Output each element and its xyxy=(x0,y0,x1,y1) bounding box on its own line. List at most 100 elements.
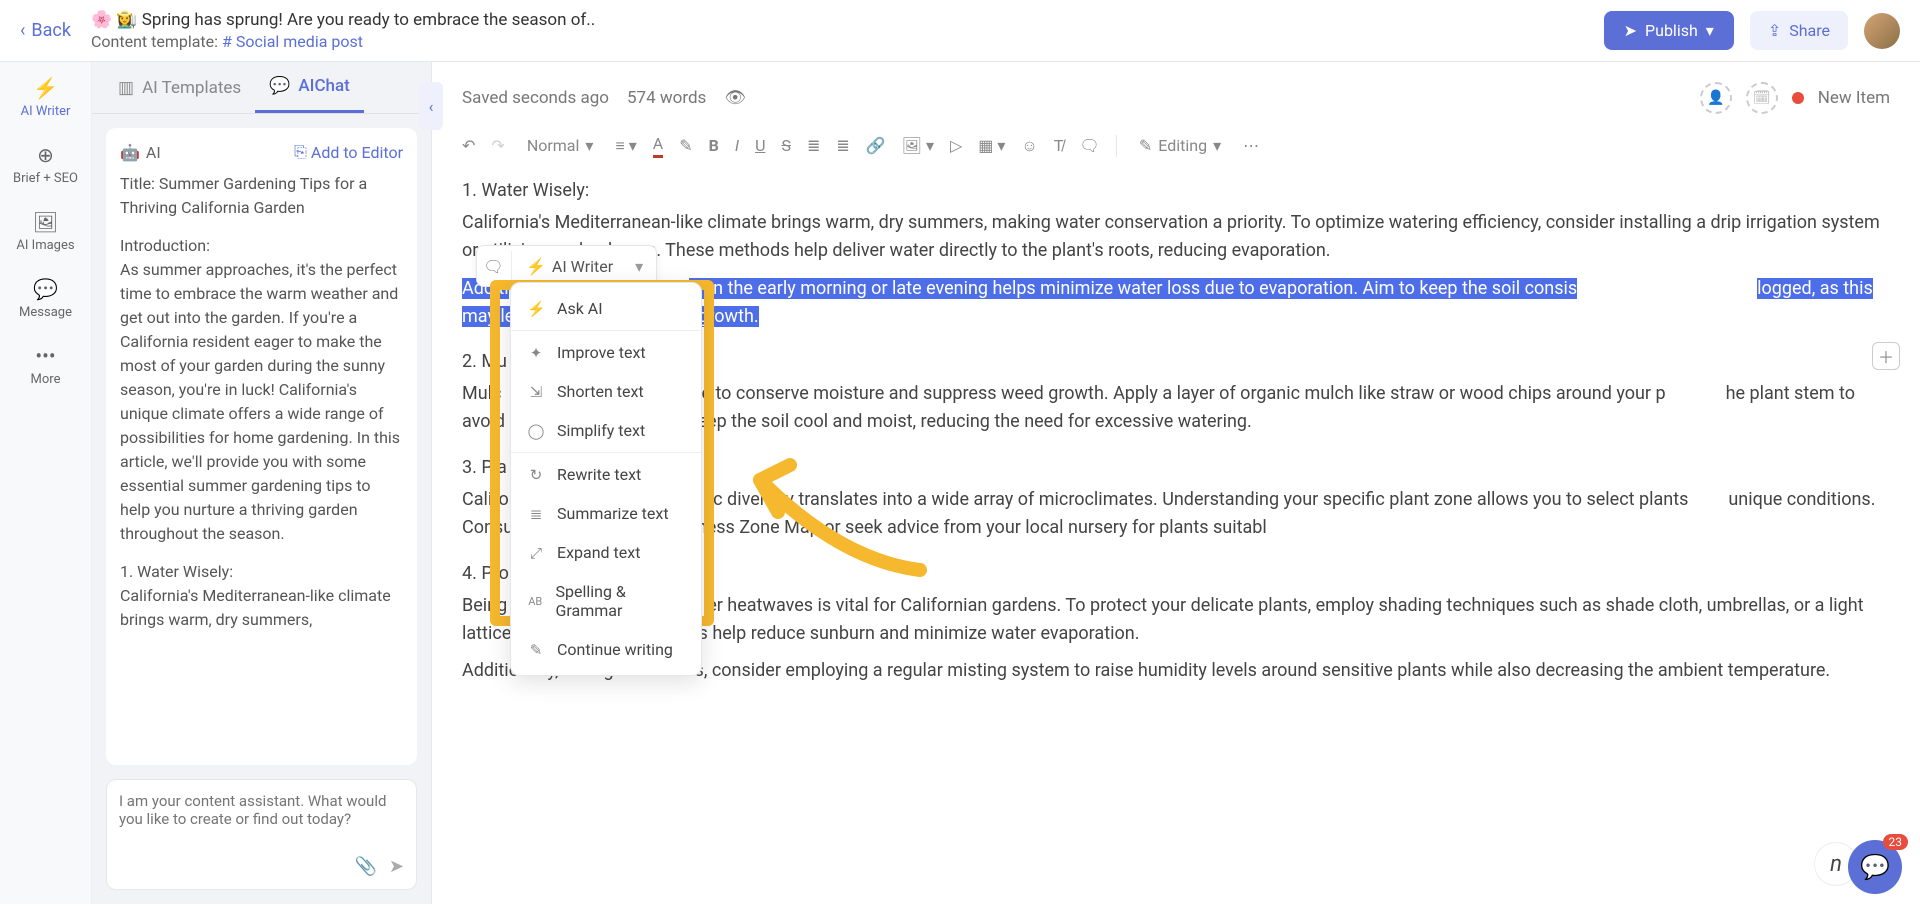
editing-mode-label: Editing xyxy=(1158,136,1207,155)
ai-sec1-label: 1. Water Wisely: xyxy=(120,562,233,581)
dropdown-separator xyxy=(511,452,701,453)
numbered-list-button[interactable]: ≣ xyxy=(836,136,849,155)
pencil-icon: ✎ xyxy=(1139,136,1152,155)
video-button[interactable]: ▷ xyxy=(950,136,962,155)
pill-add-comment-icon[interactable]: 🗨 xyxy=(482,251,512,281)
dropdown-shorten-text[interactable]: ⇲Shorten text xyxy=(511,372,701,411)
ai-response-body: Title: Summer Gardening Tips for a Thriv… xyxy=(120,172,403,632)
editor-status-bar: Saved seconds ago 574 words 👁 👤 🗓 New It… xyxy=(462,82,1890,114)
dropdown-continue-writing[interactable]: ✎Continue writing xyxy=(511,630,701,669)
chevron-left-icon: ‹ xyxy=(20,20,25,41)
rail-more[interactable]: ••• More xyxy=(31,344,61,387)
emoji-button[interactable]: ☺ xyxy=(1021,136,1037,156)
paper-plane-icon: ➤ xyxy=(1624,21,1637,40)
add-to-editor-label: Add to Editor xyxy=(311,143,403,162)
table-button[interactable]: ▦ ▾ xyxy=(978,136,1005,155)
tab-ai-templates-label: AI Templates xyxy=(142,78,241,98)
editor-toolbar: ↶ ↷ Normal ▾ ≡ ▾ A ✎ B I U S ≣ ≣ 🔗 🖼 ▾ ▷… xyxy=(462,132,1890,159)
bold-button[interactable]: B xyxy=(709,136,719,155)
rail-brief-seo-label: Brief + SEO xyxy=(13,171,78,186)
rail-more-label: More xyxy=(31,372,61,387)
share-button[interactable]: ⇪ Share xyxy=(1750,11,1848,50)
bullet-list-button[interactable]: ≣ xyxy=(807,136,820,155)
clear-format-button[interactable]: T̸ xyxy=(1054,136,1064,156)
dropdown-separator xyxy=(511,330,701,331)
toolbar-separator xyxy=(1116,135,1117,157)
chat-badge: 23 xyxy=(1883,834,1909,850)
tab-ai-templates[interactable]: ▥ AI Templates xyxy=(104,62,255,113)
app-badge-label: n xyxy=(1830,852,1842,877)
add-to-editor-button[interactable]: ⎘ Add to Editor xyxy=(294,142,403,162)
dropdown-simplify-text[interactable]: ◯ Simplify text xyxy=(511,411,701,450)
tab-ai-chat[interactable]: 💬 AIChat xyxy=(255,62,364,113)
comment-button[interactable]: 🗨 xyxy=(1080,136,1100,155)
saved-status: Saved seconds ago xyxy=(462,88,609,108)
italic-button[interactable]: I xyxy=(735,136,739,155)
underline-button[interactable]: U xyxy=(755,136,765,155)
paragraph-style-select[interactable]: Normal ▾ xyxy=(521,132,600,159)
back-button[interactable]: ‹ Back xyxy=(20,20,71,41)
tab-ai-chat-label: AIChat xyxy=(298,76,349,96)
assistant-input-box: 📎 ➤ xyxy=(106,779,417,890)
dropdown-summarize-text[interactable]: ≣Summarize text xyxy=(511,494,701,533)
dropdown-improve-text[interactable]: ✦Improve text xyxy=(511,333,701,372)
dropdown-ask-ai[interactable]: ⚡Ask AI xyxy=(511,289,701,328)
heading-1: 1. Water Wisely: xyxy=(462,177,1890,205)
chevron-down-icon: ▾ xyxy=(1706,21,1714,40)
list-icon: ≣ xyxy=(527,505,545,523)
selection-frag-c: in the early morning or late evening hel… xyxy=(704,278,1577,299)
message-icon: 💬 xyxy=(33,277,58,301)
add-comment-button[interactable]: ＋ xyxy=(1872,342,1900,370)
redo-button[interactable]: ↷ xyxy=(491,136,504,155)
assistant-input[interactable] xyxy=(119,792,404,852)
app-header: ‹ Back 🌸 👩‍🌾 Spring has sprung! Are you … xyxy=(0,0,1920,62)
eye-icon[interactable]: 👁 xyxy=(724,88,746,108)
insert-icon: ⎘ xyxy=(294,142,307,162)
dropdown-label: Simplify text xyxy=(557,421,645,440)
sidebar-tabs: ▥ AI Templates 💬 AIChat xyxy=(92,62,431,114)
rail-message[interactable]: 💬 Message xyxy=(19,277,72,320)
ai-sec1-body: California's Mediterranean-like climate … xyxy=(120,586,391,629)
publish-button[interactable]: ➤ Publish ▾ xyxy=(1604,11,1734,50)
chat-icon: 💬 xyxy=(269,76,290,96)
more-toolbar-button[interactable]: ⋯ xyxy=(1243,136,1259,155)
dropdown-label: Spelling & Grammar xyxy=(556,582,686,620)
template-link[interactable]: # Social media post xyxy=(222,32,363,51)
chevron-down-icon[interactable]: ▾ xyxy=(627,257,651,276)
add-schedule-button[interactable]: 🗓 xyxy=(1746,82,1778,114)
image-button[interactable]: 🖼 ▾ xyxy=(902,136,934,155)
ai-writer-pill: 🗨 ⚡ AI Writer ▾ xyxy=(476,245,657,287)
link-button[interactable]: 🔗 xyxy=(866,136,886,155)
para-4a: Califo xyxy=(462,489,509,510)
target-icon: ⊕ xyxy=(37,143,54,167)
status-label[interactable]: New Item xyxy=(1818,88,1890,108)
dropdown-spelling-grammar[interactable]: ABSpelling & Grammar xyxy=(511,572,701,630)
ai-writer-pill-button[interactable]: ⚡ AI Writer xyxy=(520,257,619,276)
align-button[interactable]: ≡ ▾ xyxy=(615,136,636,156)
circle-icon: ◯ xyxy=(527,422,545,440)
dots-icon: ••• xyxy=(35,344,55,368)
image-icon: 🖼 xyxy=(33,210,58,234)
status-dot xyxy=(1792,92,1804,104)
strike-button[interactable]: S xyxy=(781,136,791,155)
share-label: Share xyxy=(1789,21,1830,40)
dropdown-rewrite-text[interactable]: ↻Rewrite text xyxy=(511,455,701,494)
add-collaborator-button[interactable]: 👤 xyxy=(1700,82,1732,114)
chevron-down-icon: ▾ xyxy=(585,136,593,155)
highlight-button[interactable]: ✎ xyxy=(679,136,692,155)
undo-button[interactable]: ↶ xyxy=(462,136,475,155)
chevron-down-icon: ▾ xyxy=(1213,136,1221,155)
title-block: 🌸 👩‍🌾 Spring has sprung! Are you ready t… xyxy=(91,10,1604,51)
rail-ai-images[interactable]: 🖼 AI Images xyxy=(16,210,74,253)
dropdown-expand-text[interactable]: ⤢Expand text xyxy=(511,533,701,572)
send-icon[interactable]: ➤ xyxy=(389,856,404,877)
ai-title-line: Title: Summer Gardening Tips for a Thriv… xyxy=(120,172,403,220)
text-color-button[interactable]: A xyxy=(653,134,663,158)
editing-mode-select[interactable]: ✎ Editing ▾ xyxy=(1133,132,1227,159)
chat-widget-button[interactable]: 💬 23 xyxy=(1848,840,1902,894)
rail-ai-images-label: AI Images xyxy=(16,238,74,253)
attachment-icon[interactable]: 📎 xyxy=(354,856,376,877)
rail-ai-writer[interactable]: ⚡ AI Writer xyxy=(21,76,71,119)
user-avatar[interactable] xyxy=(1864,13,1900,49)
rail-brief-seo[interactable]: ⊕ Brief + SEO xyxy=(13,143,78,186)
